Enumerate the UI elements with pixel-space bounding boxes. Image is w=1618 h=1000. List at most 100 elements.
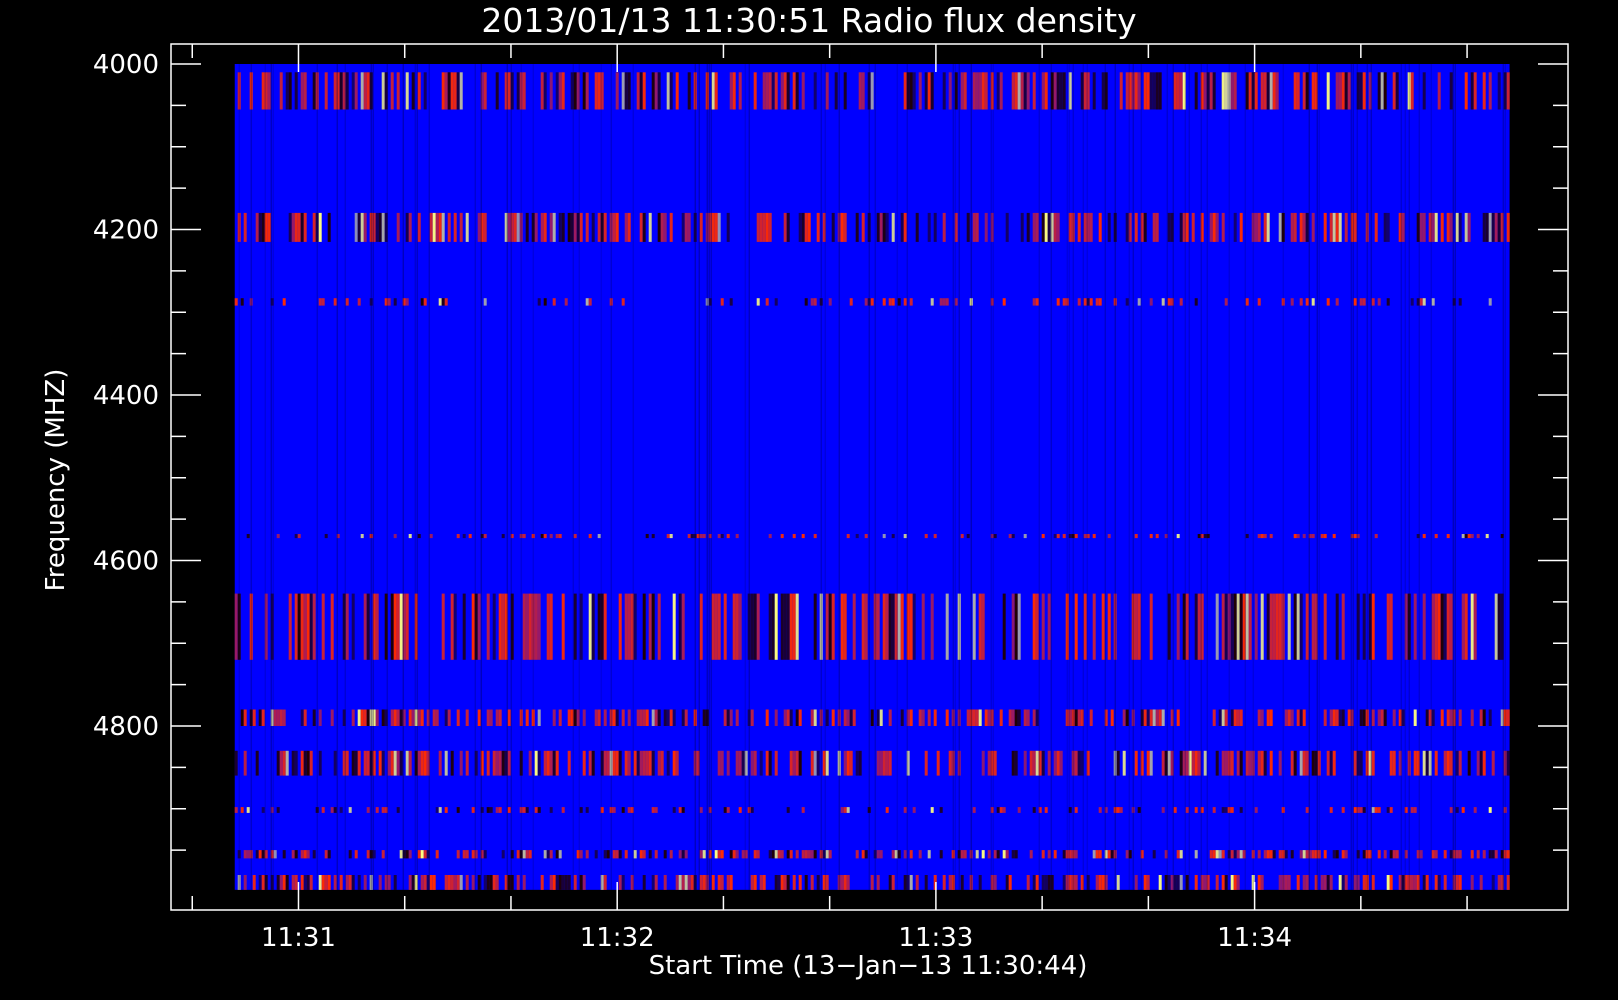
heatmap-cell [279, 750, 283, 776]
heatmap-cell [885, 593, 889, 660]
heatmap-cell [1422, 534, 1426, 539]
heatmap-cell [1245, 298, 1249, 306]
heatmap-cell [351, 593, 355, 660]
heatmap-cell [1278, 875, 1282, 890]
heatmap-cell [774, 593, 778, 660]
heatmap-cell [1377, 72, 1381, 110]
heatmap-cell [588, 534, 592, 539]
heatmap-cell [1344, 875, 1348, 890]
heatmap-cell [525, 593, 529, 660]
heatmap-cell [456, 534, 460, 539]
heatmap-cell [978, 593, 982, 660]
heatmap-cell [594, 72, 598, 110]
heatmap-cell [984, 709, 988, 726]
heatmap-cell [261, 72, 265, 110]
heatmap-cell [681, 875, 685, 890]
heatmap-cell [639, 750, 643, 776]
heatmap-cell [738, 72, 742, 110]
heatmap-cell [1035, 750, 1039, 776]
heatmap-cell [309, 593, 313, 660]
heatmap-cell [1401, 875, 1405, 890]
heatmap-cell [1266, 850, 1270, 859]
heatmap-cell [540, 875, 544, 890]
heatmap-cell [429, 212, 433, 242]
heatmap-cell [1293, 534, 1297, 539]
heatmap-cell [603, 750, 607, 776]
heatmap-cell [669, 72, 673, 110]
heatmap-cell [375, 593, 379, 660]
heatmap-cell [1353, 534, 1357, 539]
heatmap-cell [1458, 212, 1462, 242]
heatmap-cell [1041, 212, 1045, 242]
heatmap-cell [1230, 875, 1234, 890]
heatmap-streak [1128, 64, 1130, 890]
heatmap-cell [537, 750, 541, 776]
heatmap-cell [1299, 709, 1303, 726]
heatmap-cell [1347, 72, 1351, 110]
heatmap-cell [768, 850, 772, 859]
heatmap-cell [657, 750, 661, 776]
heatmap-cell [549, 750, 553, 776]
heatmap-cell [408, 850, 412, 859]
heatmap-streak [532, 64, 534, 890]
heatmap-cell [405, 850, 409, 859]
heatmap-cell [1332, 212, 1336, 242]
heatmap-cell [300, 72, 304, 110]
heatmap-cell [276, 709, 280, 726]
heatmap-cell [1326, 72, 1330, 110]
heatmap-cell [1194, 850, 1198, 859]
heatmap-cell [1194, 807, 1198, 813]
heatmap-cell [1494, 212, 1498, 242]
heatmap-cell [1491, 850, 1495, 859]
heatmap-cell [288, 72, 292, 110]
heatmap-cell [1269, 750, 1273, 776]
heatmap-cell [444, 72, 448, 110]
heatmap-cell [1401, 212, 1405, 242]
heatmap-cell [636, 72, 640, 110]
heatmap-streak [1370, 64, 1372, 890]
y-tick-label: 4200 [93, 216, 159, 246]
heatmap-cell [1470, 709, 1474, 726]
heatmap-cell [1185, 875, 1189, 890]
heatmap-cell [1272, 593, 1276, 660]
heatmap-cell [1008, 534, 1012, 539]
heatmap-cell [573, 709, 577, 726]
heatmap-cell [861, 850, 865, 859]
heatmap-cell [243, 750, 247, 776]
heatmap-cell [1410, 807, 1414, 813]
heatmap-cell [1233, 850, 1237, 859]
heatmap-cell [552, 750, 556, 776]
heatmap-cell [1362, 807, 1366, 813]
heatmap-cell [1152, 72, 1156, 110]
heatmap-cell [1440, 212, 1444, 242]
heatmap-cell [357, 709, 361, 726]
heatmap-cell [885, 750, 889, 776]
heatmap-cell [456, 709, 460, 726]
heatmap-cell [594, 850, 598, 859]
heatmap-cell [1026, 875, 1030, 890]
heatmap-cell [933, 212, 937, 242]
heatmap-streak [610, 64, 612, 890]
heatmap-cell [291, 875, 295, 890]
heatmap-cell [459, 72, 463, 110]
heatmap-cell [1284, 875, 1288, 890]
heatmap-cell [441, 298, 445, 306]
heatmap-cell [642, 875, 646, 890]
heatmap-streak [1282, 64, 1284, 890]
heatmap-cell [792, 750, 796, 776]
heatmap-cell [789, 750, 793, 776]
heatmap-cell [309, 750, 313, 776]
heatmap-cell [312, 593, 316, 660]
heatmap-cell [483, 534, 487, 539]
heatmap-cell [1338, 709, 1342, 726]
heatmap-cell [960, 875, 964, 890]
heatmap-cell [1389, 875, 1393, 890]
heatmap-cell [1377, 850, 1381, 859]
heatmap-cell [585, 850, 589, 859]
heatmap-cell [1374, 534, 1378, 539]
heatmap-cell [549, 875, 553, 890]
heatmap-cell [651, 875, 655, 890]
heatmap-cell [669, 709, 673, 726]
heatmap-cell [633, 850, 637, 859]
heatmap-cell [1110, 850, 1114, 859]
